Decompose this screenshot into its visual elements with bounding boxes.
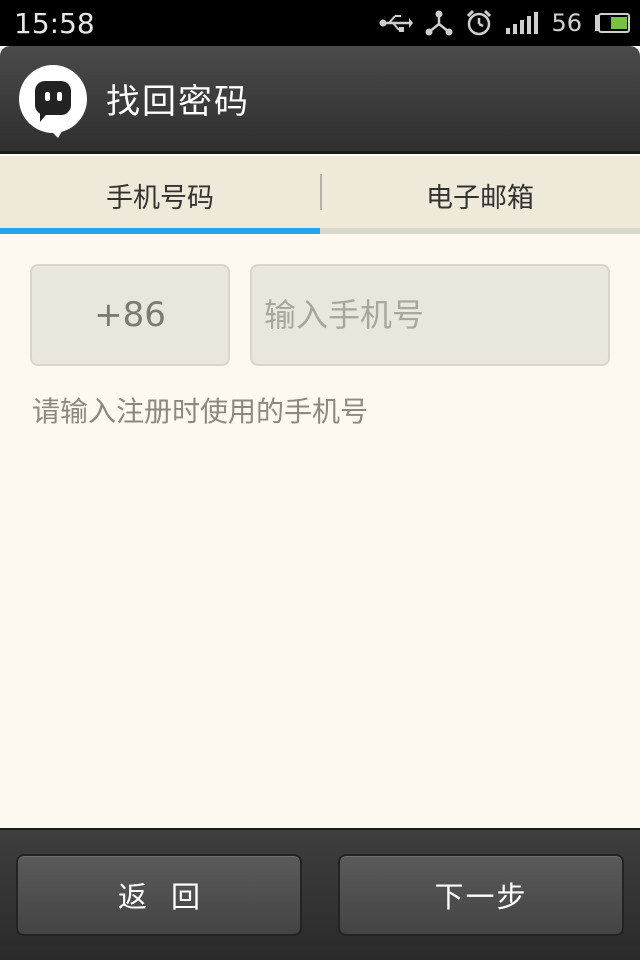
status-icons: 56 (379, 9, 630, 37)
battery-icon (594, 13, 630, 33)
country-code-label: +86 (94, 295, 166, 335)
tab-bar: 手机号码 电子邮箱 (0, 156, 640, 234)
usb-icon (379, 12, 414, 34)
next-step-button-label: 下一步 (434, 880, 528, 914)
tab-phone-number-label: 手机号码 (106, 182, 214, 214)
title-bar: 找回密码 (0, 46, 640, 154)
page-title: 找回密码 (106, 82, 250, 122)
status-time: 15:58 (14, 6, 95, 40)
battery-level: 56 (551, 9, 582, 37)
status-bar: 15:58 56 (0, 0, 640, 46)
tab-divider (320, 174, 322, 210)
signal-icon (505, 11, 539, 35)
active-tab-indicator (0, 228, 320, 234)
next-step-button[interactable]: 下一步 (338, 854, 624, 936)
back-button-label: 返回 (117, 880, 224, 914)
chat-bubble-logo-icon (18, 64, 88, 138)
tab-underline (0, 228, 640, 234)
hint-text: 请输入注册时使用的手机号 (32, 395, 369, 428)
share-icon (425, 10, 453, 36)
alarm-icon (465, 9, 493, 37)
tab-email-label: 电子邮箱 (426, 182, 534, 214)
tab-phone-number[interactable]: 手机号码 (0, 156, 320, 234)
back-button[interactable]: 返回 (16, 854, 302, 936)
phone-number-input[interactable] (250, 264, 610, 366)
bottom-action-bar: 返回 下一步 (0, 828, 640, 960)
tab-email[interactable]: 电子邮箱 (320, 156, 640, 234)
country-code-selector[interactable]: +86 (30, 264, 230, 366)
